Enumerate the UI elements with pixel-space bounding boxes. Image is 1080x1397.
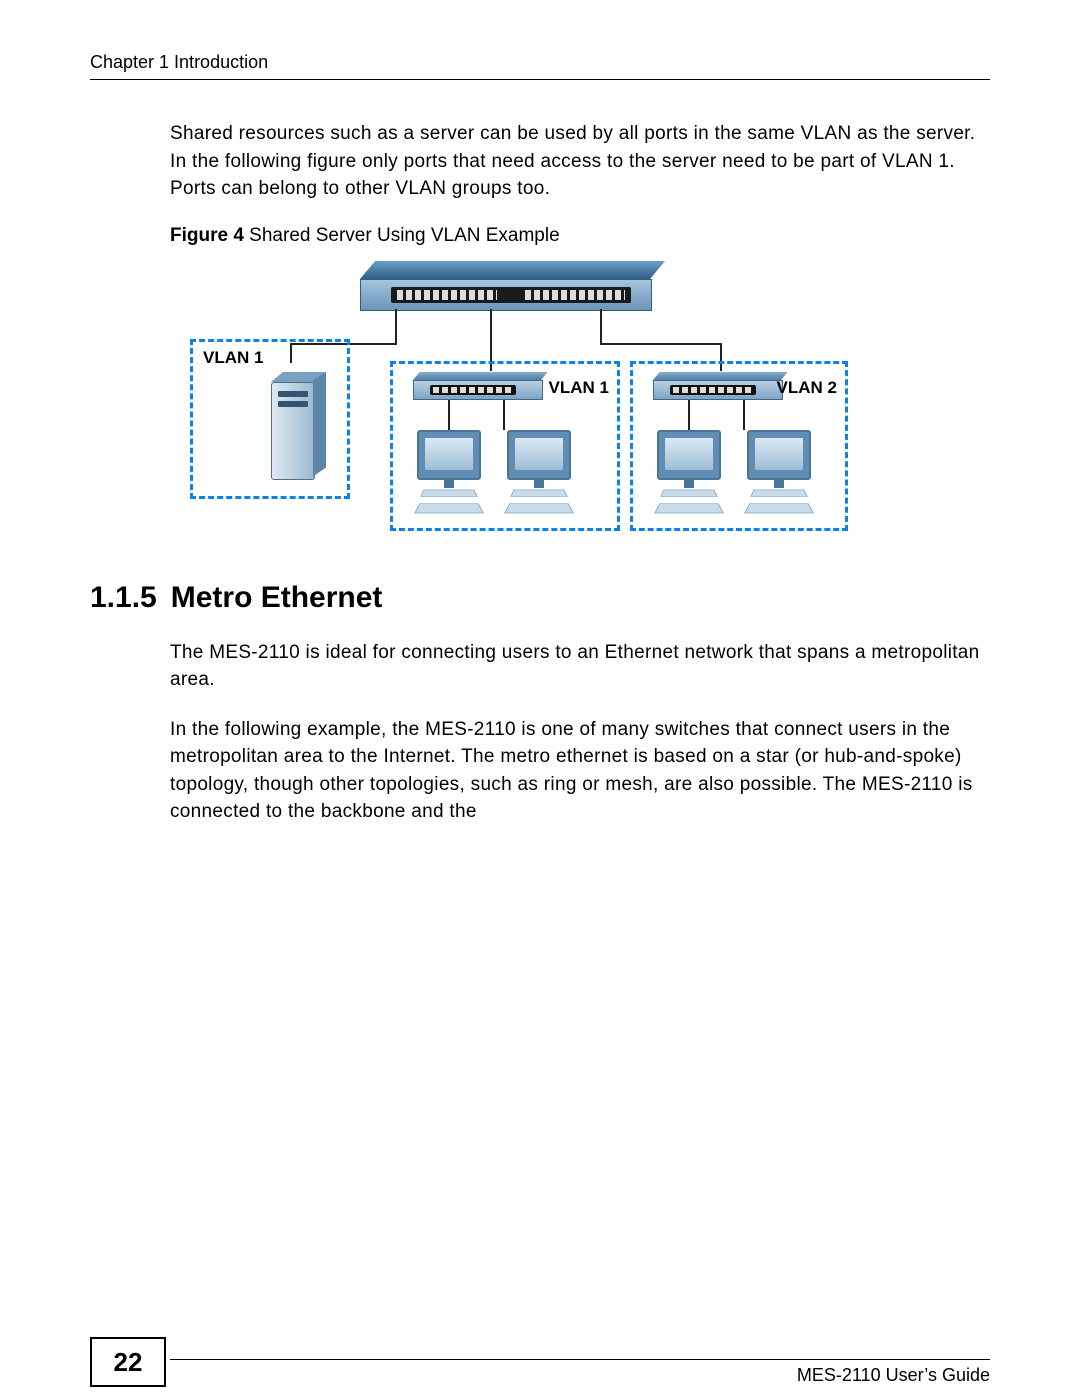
cable-icon [503, 400, 505, 430]
footer-rule [170, 1359, 990, 1360]
computer-icon [413, 430, 485, 515]
section-title: Metro Ethernet [171, 581, 383, 614]
computer-icon [503, 430, 575, 515]
figure-caption: Figure 4 Shared Server Using VLAN Exampl… [170, 225, 990, 247]
cable-icon [600, 343, 720, 345]
main-switch-icon [360, 261, 652, 311]
cable-icon [600, 309, 602, 344]
vlan-diagram: VLAN 1 VLAN 1 [170, 261, 870, 541]
figure-title: Shared Server Using VLAN Example [244, 225, 560, 246]
server-icon [271, 382, 315, 480]
chapter-header: Chapter 1 Introduction [90, 52, 990, 80]
edge-switch-icon [653, 372, 783, 400]
section-paragraph-1: The MES-2110 is ideal for connecting use… [170, 639, 990, 694]
vlan-label: VLAN 1 [549, 378, 609, 398]
computer-icon [743, 430, 815, 515]
vlan-label: VLAN 1 [203, 348, 337, 368]
vlan-group-right: VLAN 2 [630, 361, 848, 531]
cable-icon [688, 400, 690, 430]
edge-switch-icon [413, 372, 543, 400]
figure-number: Figure 4 [170, 225, 244, 246]
vlan-group-left: VLAN 1 [190, 339, 350, 499]
computer-icon [653, 430, 725, 515]
page-number: 22 [90, 1337, 166, 1387]
section-heading: 1.1.5 Metro Ethernet [90, 581, 990, 615]
section-paragraph-2: In the following example, the MES-2110 i… [170, 716, 990, 826]
cable-icon [395, 309, 397, 344]
section-number: 1.1.5 [90, 581, 157, 614]
vlan-group-middle: VLAN 1 [390, 361, 620, 531]
footer-guide-title: MES-2110 User’s Guide [797, 1365, 990, 1386]
intro-paragraph: Shared resources such as a server can be… [170, 120, 990, 203]
vlan-label: VLAN 2 [777, 378, 837, 398]
cable-icon [743, 400, 745, 430]
page: Chapter 1 Introduction Shared resources … [0, 0, 1080, 1397]
cable-icon [448, 400, 450, 430]
